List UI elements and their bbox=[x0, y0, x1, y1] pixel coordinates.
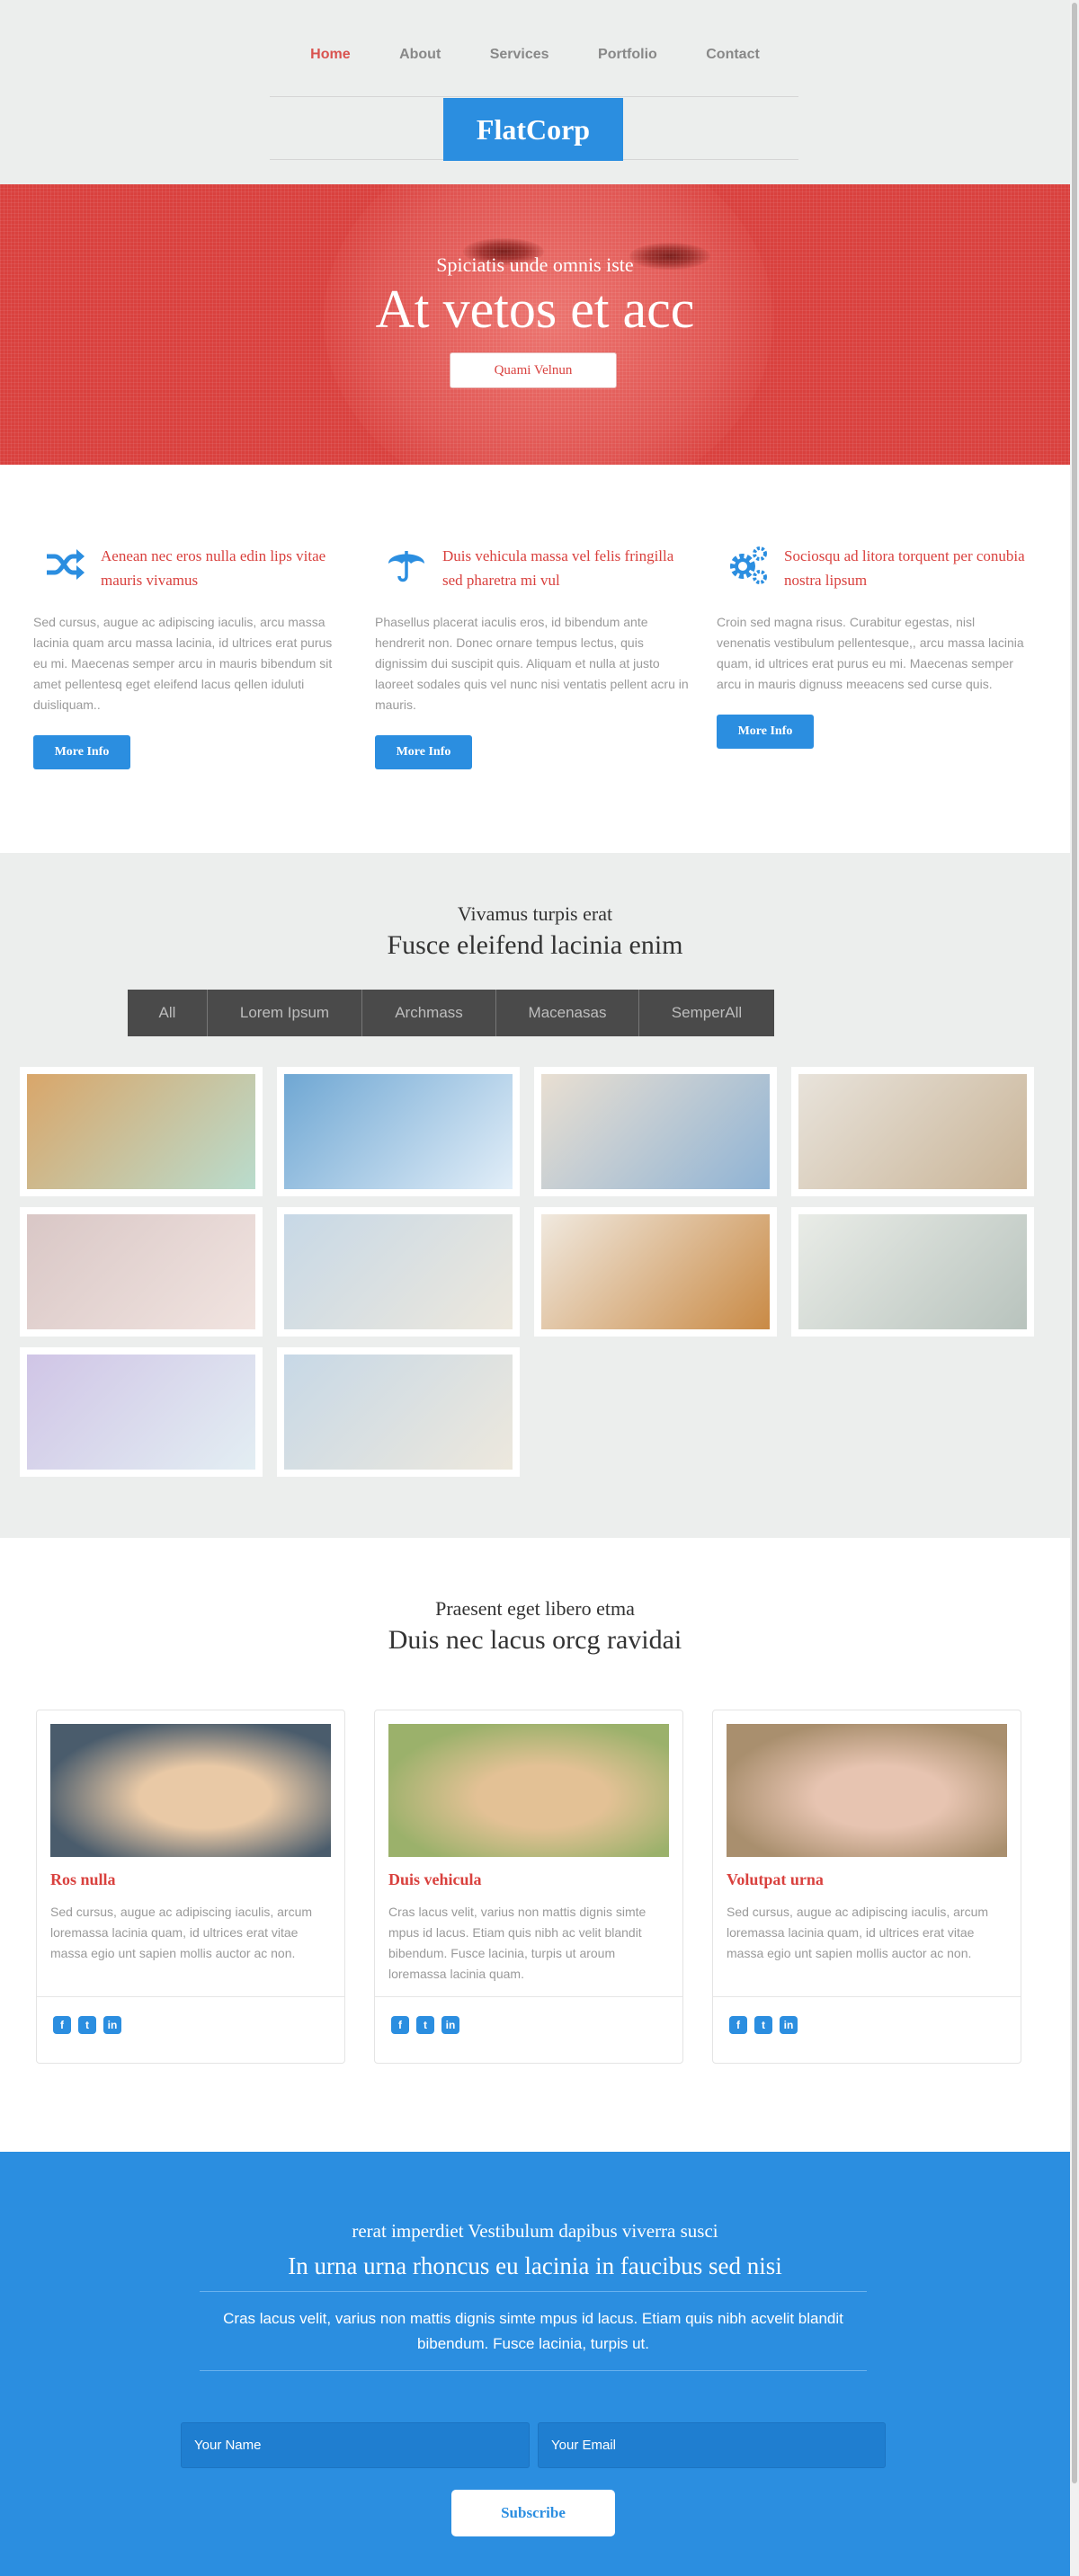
portfolio-filters: All Lorem Ipsum Archmass Macenasas Sempe… bbox=[128, 990, 774, 1036]
feature-title: Aenean nec eros nulla edin lips vitae ma… bbox=[101, 547, 326, 589]
subscribe-title: In urna urna rhoncus eu lacinia in fauci… bbox=[288, 2252, 782, 2279]
team-card: Ros nulla Sed cursus, augue ac adipiscin… bbox=[36, 1710, 345, 2064]
team-title: Duis nec lacus orcg ravidai bbox=[388, 1625, 682, 1655]
page-scrollbar[interactable] bbox=[1070, 0, 1079, 2576]
linkedin-icon[interactable]: in bbox=[780, 2016, 798, 2034]
woman-straw-hat-photo bbox=[727, 1724, 1007, 1857]
portfolio-item[interactable] bbox=[791, 1207, 1034, 1337]
portfolio-item[interactable] bbox=[791, 1067, 1034, 1196]
teapot-bowls-photo bbox=[798, 1074, 1027, 1189]
nav-item-about[interactable]: About bbox=[399, 47, 441, 63]
portfolio-item[interactable] bbox=[20, 1347, 263, 1477]
feature-title: Sociosqu ad litora torquent per conubia … bbox=[784, 547, 1025, 589]
features-section: Aenean nec eros nulla edin lips vitae ma… bbox=[0, 465, 1070, 853]
subscribe-divider-top bbox=[200, 2291, 867, 2292]
linkedin-icon[interactable]: in bbox=[441, 2016, 459, 2034]
folded-towels-2-photo bbox=[284, 1355, 513, 1470]
card-divider bbox=[713, 1996, 1021, 1997]
hero-subtitle: Spiciatis unde omnis iste bbox=[436, 253, 634, 276]
team-subtitle: Praesent eget libero etma bbox=[435, 1597, 635, 1620]
social-links: f t in bbox=[391, 2016, 459, 2034]
subscribe-section: rerat imperdiet Vestibulum dapibus viver… bbox=[0, 2152, 1070, 2576]
card-divider bbox=[375, 1996, 682, 1997]
subscribe-subtitle: rerat imperdiet Vestibulum dapibus viver… bbox=[352, 2220, 718, 2242]
portfolio-item[interactable] bbox=[20, 1067, 263, 1196]
shuffle-icon bbox=[47, 549, 85, 580]
filter-lorem-ipsum[interactable]: Lorem Ipsum bbox=[208, 990, 362, 1036]
feature-title: Duis vehicula massa vel felis fringilla … bbox=[442, 547, 674, 589]
scrollbar-thumb[interactable] bbox=[1072, 3, 1077, 2483]
feature-text: Croin sed magna risus. Curabitur egestas… bbox=[717, 615, 1024, 691]
candles-photo bbox=[27, 1214, 255, 1329]
facebook-icon[interactable]: f bbox=[391, 2016, 409, 2034]
more-info-button[interactable]: More Info bbox=[375, 735, 472, 769]
member-bio: Sed cursus, augue ac adipiscing iaculis,… bbox=[727, 1905, 989, 1960]
portfolio-item[interactable] bbox=[534, 1207, 777, 1337]
team-section: Praesent eget libero etma Duis nec lacus… bbox=[0, 1538, 1070, 2152]
feature-card: Duis vehicula massa vel felis fringilla … bbox=[375, 544, 690, 769]
filter-archmass[interactable]: Archmass bbox=[362, 990, 496, 1036]
feature-card: Sociosqu ad litora torquent per conubia … bbox=[717, 544, 1031, 749]
umbrella-icon bbox=[388, 551, 424, 582]
feature-text: Sed cursus, augue ac adipiscing iaculis,… bbox=[33, 615, 333, 712]
member-name: Ros nulla bbox=[50, 1870, 116, 1888]
subscribe-text: Cras lacus velit, varius non mattis dign… bbox=[223, 2310, 843, 2352]
logo-divider: FlatCorp bbox=[270, 96, 798, 161]
site-header: Home About Services Portfolio Contact Fl… bbox=[0, 0, 1079, 184]
nav-item-contact[interactable]: Contact bbox=[706, 47, 760, 63]
member-name: Volutpat urna bbox=[727, 1870, 824, 1888]
gears-icon bbox=[730, 546, 767, 584]
portfolio-title: Fusce eleifend lacinia enim bbox=[387, 930, 683, 960]
social-links: f t in bbox=[729, 2016, 798, 2034]
twitter-icon[interactable]: t bbox=[754, 2016, 772, 2034]
nav-item-portfolio[interactable]: Portfolio bbox=[598, 47, 657, 63]
hero-banner: Spiciatis unde omnis iste At vetos et ac… bbox=[0, 184, 1070, 465]
twitter-icon[interactable]: t bbox=[416, 2016, 434, 2034]
croissant-tea-photo bbox=[541, 1214, 770, 1329]
twitter-icon[interactable]: t bbox=[78, 2016, 96, 2034]
more-info-button[interactable]: More Info bbox=[33, 735, 130, 769]
portfolio-item[interactable] bbox=[277, 1207, 520, 1337]
team-card: Duis vehicula Cras lacus velit, varius n… bbox=[374, 1710, 683, 2064]
blonde-woman-photo bbox=[50, 1724, 331, 1857]
folded-towels-photo bbox=[284, 1214, 513, 1329]
filter-semperall[interactable]: SemperAll bbox=[639, 990, 774, 1036]
linkedin-icon[interactable]: in bbox=[103, 2016, 121, 2034]
portfolio-item[interactable] bbox=[20, 1207, 263, 1337]
portfolio-section: Vivamus turpis erat Fusce eleifend lacin… bbox=[0, 853, 1070, 1538]
filter-macenasas[interactable]: Macenasas bbox=[496, 990, 639, 1036]
hero-title: At vetos et acc bbox=[375, 280, 695, 339]
more-info-button[interactable]: More Info bbox=[717, 715, 814, 749]
portfolio-item[interactable] bbox=[277, 1067, 520, 1196]
feature-card: Aenean nec eros nulla edin lips vitae ma… bbox=[33, 544, 348, 769]
nav-item-services[interactable]: Services bbox=[490, 47, 549, 63]
team-card: Volutpat urna Sed cursus, augue ac adipi… bbox=[712, 1710, 1021, 2064]
alarm-clock-photo bbox=[798, 1214, 1027, 1329]
hero-button[interactable]: Quami Velnun bbox=[450, 352, 617, 388]
feature-text: Phasellus placerat iaculis eros, id bibe… bbox=[375, 615, 689, 712]
member-bio: Cras lacus velit, varius non mattis dign… bbox=[388, 1905, 647, 1981]
subscribe-divider-bottom bbox=[200, 2370, 867, 2371]
email-input[interactable]: Your Email bbox=[538, 2422, 886, 2468]
subscribe-button[interactable]: Subscribe bbox=[451, 2490, 615, 2536]
muffins-coffee-photo bbox=[27, 1074, 255, 1189]
nav-item-home[interactable]: Home bbox=[310, 47, 350, 63]
blonde-woman-outdoor-photo bbox=[388, 1724, 669, 1857]
facebook-icon[interactable]: f bbox=[729, 2016, 747, 2034]
chair-towels-photo bbox=[541, 1074, 770, 1189]
member-name: Duis vehicula bbox=[388, 1870, 482, 1888]
name-input[interactable]: Your Name bbox=[181, 2422, 530, 2468]
main-nav: Home About Services Portfolio Contact bbox=[0, 47, 1070, 63]
social-links: f t in bbox=[53, 2016, 121, 2034]
portfolio-subtitle: Vivamus turpis erat bbox=[457, 902, 613, 925]
soap-lavender-photo bbox=[27, 1355, 255, 1470]
facebook-icon[interactable]: f bbox=[53, 2016, 71, 2034]
card-divider bbox=[37, 1996, 344, 1997]
member-bio: Sed cursus, augue ac adipiscing iaculis,… bbox=[50, 1905, 313, 1960]
portfolio-item[interactable] bbox=[534, 1067, 777, 1196]
blue-pillows-photo bbox=[284, 1074, 513, 1189]
filter-all[interactable]: All bbox=[128, 990, 208, 1036]
portfolio-item[interactable] bbox=[277, 1347, 520, 1477]
brand-logo[interactable]: FlatCorp bbox=[443, 98, 623, 161]
